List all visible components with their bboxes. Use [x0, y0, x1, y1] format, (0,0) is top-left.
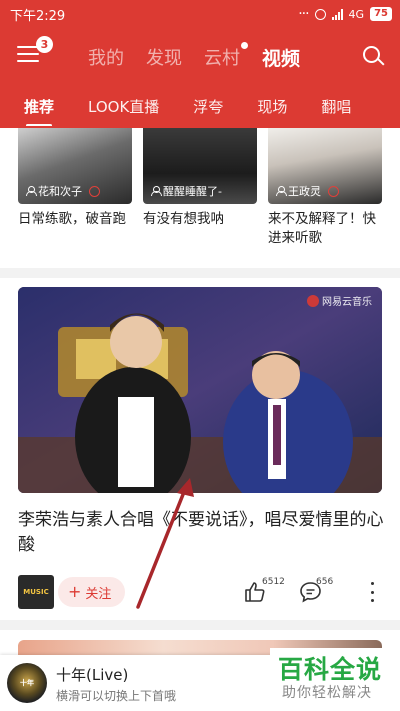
author-avatar[interactable]: MUSIC [18, 575, 54, 609]
category-tab-look-live[interactable]: LOOK直播 [88, 96, 159, 117]
menu-button[interactable] [17, 46, 39, 64]
notification-badge: 3 [36, 36, 53, 53]
watermark-title: 百科全说 [278, 655, 383, 684]
grid-video-1-title[interactable]: 日常练歌，破音跑 [18, 210, 136, 229]
grid-video-3[interactable]: 王政灵 [268, 128, 382, 204]
grid-video-2-title[interactable]: 有没有想我呐 [143, 210, 261, 229]
netease-logo-icon [307, 294, 319, 307]
plus-icon: + [68, 582, 82, 601]
video-frame [18, 287, 382, 493]
section-divider [0, 268, 400, 278]
category-tab-cover[interactable]: 翻唱 [321, 96, 351, 117]
status-time: 下午2:29 [10, 8, 66, 24]
video-brand: 网易云音乐 [307, 293, 372, 308]
more-dots-icon: ··· [298, 6, 309, 22]
grid-video-3-title[interactable]: 来不及解释了！快进来听歌 [268, 210, 386, 248]
search-button[interactable] [363, 46, 385, 68]
like-count: 6512 [262, 577, 285, 587]
grid-video-1-owner: 花和次子 [26, 183, 100, 199]
featured-video-player[interactable]: 网易云音乐 [18, 287, 382, 493]
more-options-button[interactable] [368, 582, 376, 602]
tab-mine[interactable]: 我的 [88, 44, 124, 70]
watermark-subtitle: 助你轻松解决 [282, 685, 372, 701]
grid-video-3-owner: 王政灵 [276, 183, 339, 199]
top-nav: 3 我的 发现 云村 视频 [0, 28, 400, 86]
status-bar: 下午2:29 ··· 4G 75 [0, 0, 400, 28]
grid-video-2-owner: 醒醒睡醒了- [151, 183, 222, 199]
follow-button[interactable]: + 关注 [58, 577, 126, 607]
alarm-icon [314, 8, 326, 20]
tab-community-label: 云村 [204, 48, 240, 69]
featured-video-title[interactable]: 李荣浩与素人合唱《不要说话》，唱尽爱情里的心酸 [18, 508, 388, 558]
album-cover-text: 十年 [20, 679, 34, 687]
category-tab-recommend[interactable]: 推荐 [24, 96, 54, 126]
battery-icon: 75 [370, 7, 392, 21]
new-dot-indicator [241, 42, 248, 49]
owner-name: 王政灵 [288, 185, 321, 198]
tab-community[interactable]: 云村 [204, 42, 248, 70]
album-cover[interactable]: 十年 [7, 663, 47, 703]
video-author: MUSIC + 关注 [18, 575, 126, 609]
song-title: 十年(Live) [56, 666, 129, 684]
swipe-hint: 横滑可以切换上下首哦 [56, 689, 177, 703]
record-icon [328, 185, 339, 197]
main-tabs: 我的 发现 云村 视频 [88, 28, 322, 86]
user-icon [151, 186, 162, 196]
record-icon [89, 185, 100, 197]
status-icons: ··· 4G 75 [298, 6, 392, 22]
category-tab-live[interactable]: 现场 [257, 96, 287, 117]
more-vertical-icon [370, 582, 374, 585]
owner-name: 花和次子 [38, 185, 82, 198]
brand-label: 网易云音乐 [322, 297, 372, 308]
signal-icon [331, 8, 343, 20]
grid-video-1[interactable]: 花和次子 [18, 128, 132, 204]
tab-discover[interactable]: 发现 [146, 44, 182, 70]
app-header: 下午2:29 ··· 4G 75 3 我的 发现 云村 视频 推荐 LOOK直播… [0, 0, 400, 128]
watermark: 百科全说 助你轻松解决 [270, 648, 400, 711]
tab-video[interactable]: 视频 [262, 44, 300, 71]
network-type: 4G [348, 7, 365, 21]
follow-label: 关注 [85, 586, 112, 602]
user-icon [276, 186, 287, 196]
video-grid: 花和次子 日常练歌，破音跑 醒醒睡醒了- 有没有想我呐 王政灵 来不及解释了！快… [0, 128, 400, 268]
comment-count: 656 [316, 577, 334, 587]
owner-name: 醒醒睡醒了- [163, 185, 222, 198]
grid-video-2[interactable]: 醒醒睡醒了- [143, 128, 257, 204]
section-divider [0, 620, 400, 630]
category-tab-fukua[interactable]: 浮夸 [193, 96, 223, 117]
user-icon [26, 186, 37, 196]
category-tabs: 推荐 LOOK直播 浮夸 现场 翻唱 [0, 86, 400, 126]
